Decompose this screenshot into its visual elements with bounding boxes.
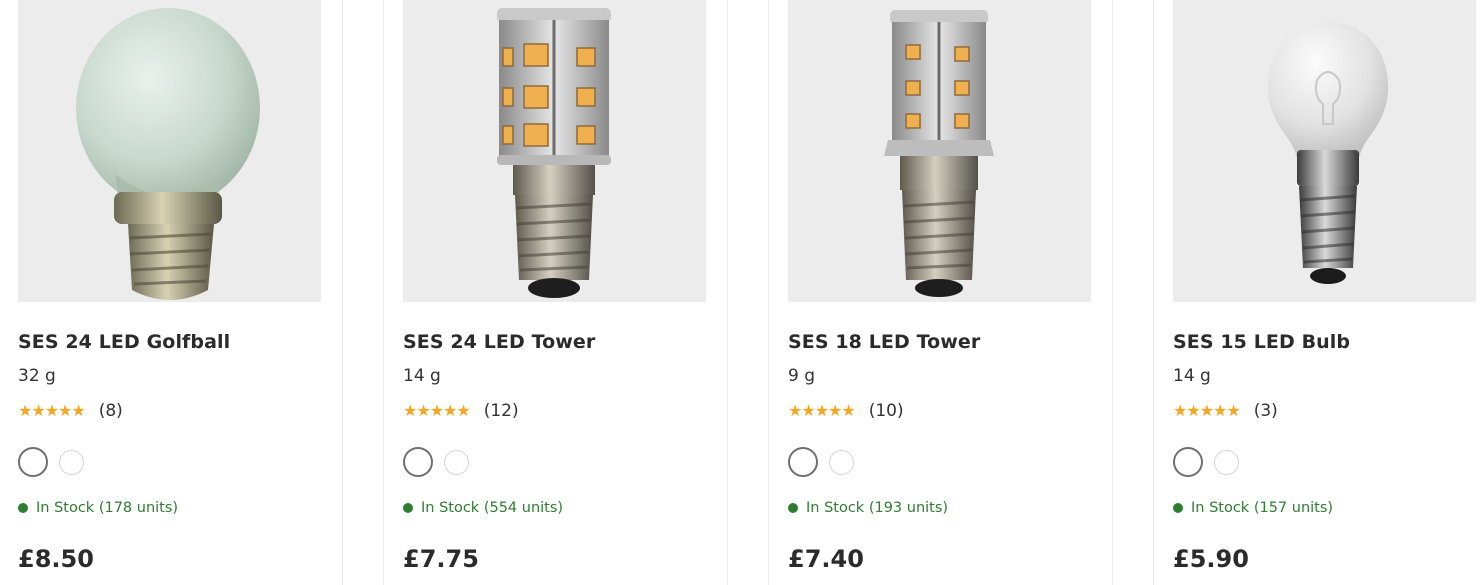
pygmy-bulb-icon (1267, 22, 1389, 284)
product-image[interactable] (788, 0, 1091, 302)
in-stock-dot-icon (403, 503, 413, 513)
stock-status: In Stock (157 units) (1173, 500, 1333, 516)
stock-text: In Stock (193 units) (806, 500, 949, 516)
card-divider (342, 0, 343, 585)
product-image[interactable] (403, 0, 706, 302)
variant-swatch-selected[interactable] (788, 447, 818, 477)
variant-swatch[interactable] (59, 450, 84, 475)
review-count: (3) (1253, 401, 1278, 421)
review-count: (10) (868, 401, 904, 421)
star-rating-icon: ★★★★★ (1173, 401, 1241, 420)
product-price: £5.90 (1173, 545, 1249, 573)
variant-swatch[interactable] (444, 450, 469, 475)
variant-swatch[interactable] (1214, 450, 1239, 475)
product-rating[interactable]: ★★★★★ (12) (403, 399, 519, 423)
variant-swatch-selected[interactable] (18, 447, 48, 477)
product-name[interactable]: SES 15 LED Bulb (1173, 331, 1350, 353)
product-card[interactable]: SES 24 LED Tower 14 g ★★★★★ (12) In Stoc… (403, 0, 706, 585)
stock-status: In Stock (193 units) (788, 500, 948, 516)
variant-swatch-selected[interactable] (403, 447, 433, 477)
review-count: (8) (98, 401, 123, 421)
product-card[interactable]: SES 15 LED Bulb 14 g ★★★★★ (3) In Stock … (1173, 0, 1476, 585)
in-stock-dot-icon (1173, 503, 1183, 513)
product-price: £8.50 (18, 545, 94, 573)
card-divider (768, 0, 769, 585)
stock-text: In Stock (157 units) (1191, 500, 1334, 516)
review-count: (12) (483, 401, 519, 421)
card-divider (383, 0, 384, 585)
product-weight: 9 g (788, 366, 816, 386)
card-divider (727, 0, 728, 585)
led-tower-bulb-icon (497, 8, 611, 298)
led-tower-bulb-icon (884, 10, 994, 297)
product-name[interactable]: SES 24 LED Golfball (18, 331, 230, 353)
product-image[interactable] (18, 0, 321, 302)
star-rating-icon: ★★★★★ (18, 401, 86, 420)
product-card[interactable]: SES 24 LED Golfball 32 g ★★★★★ (8) In St… (18, 0, 321, 585)
in-stock-dot-icon (788, 503, 798, 513)
product-image[interactable] (1173, 0, 1476, 302)
product-rating[interactable]: ★★★★★ (10) (788, 399, 904, 423)
stock-status: In Stock (178 units) (18, 500, 178, 516)
card-divider (1153, 0, 1154, 585)
stock-status: In Stock (554 units) (403, 500, 563, 516)
star-rating-icon: ★★★★★ (788, 401, 856, 420)
star-rating-icon: ★★★★★ (403, 401, 471, 420)
product-grid: SES 24 LED Golfball 32 g ★★★★★ (8) In St… (0, 0, 1480, 585)
product-card[interactable]: SES 18 LED Tower 9 g ★★★★★ (10) In Stock… (788, 0, 1091, 585)
product-price: £7.40 (788, 545, 864, 573)
stock-text: In Stock (554 units) (421, 500, 564, 516)
product-rating[interactable]: ★★★★★ (8) (18, 399, 123, 423)
product-name[interactable]: SES 18 LED Tower (788, 331, 980, 353)
golfball-bulb-icon (76, 8, 260, 300)
card-divider (1112, 0, 1113, 585)
product-weight: 14 g (403, 366, 441, 386)
variant-swatch[interactable] (829, 450, 854, 475)
product-weight: 14 g (1173, 366, 1211, 386)
product-weight: 32 g (18, 366, 56, 386)
product-price: £7.75 (403, 545, 479, 573)
variant-swatch-selected[interactable] (1173, 447, 1203, 477)
product-name[interactable]: SES 24 LED Tower (403, 331, 595, 353)
stock-text: In Stock (178 units) (36, 500, 179, 516)
product-rating[interactable]: ★★★★★ (3) (1173, 399, 1278, 423)
in-stock-dot-icon (18, 503, 28, 513)
